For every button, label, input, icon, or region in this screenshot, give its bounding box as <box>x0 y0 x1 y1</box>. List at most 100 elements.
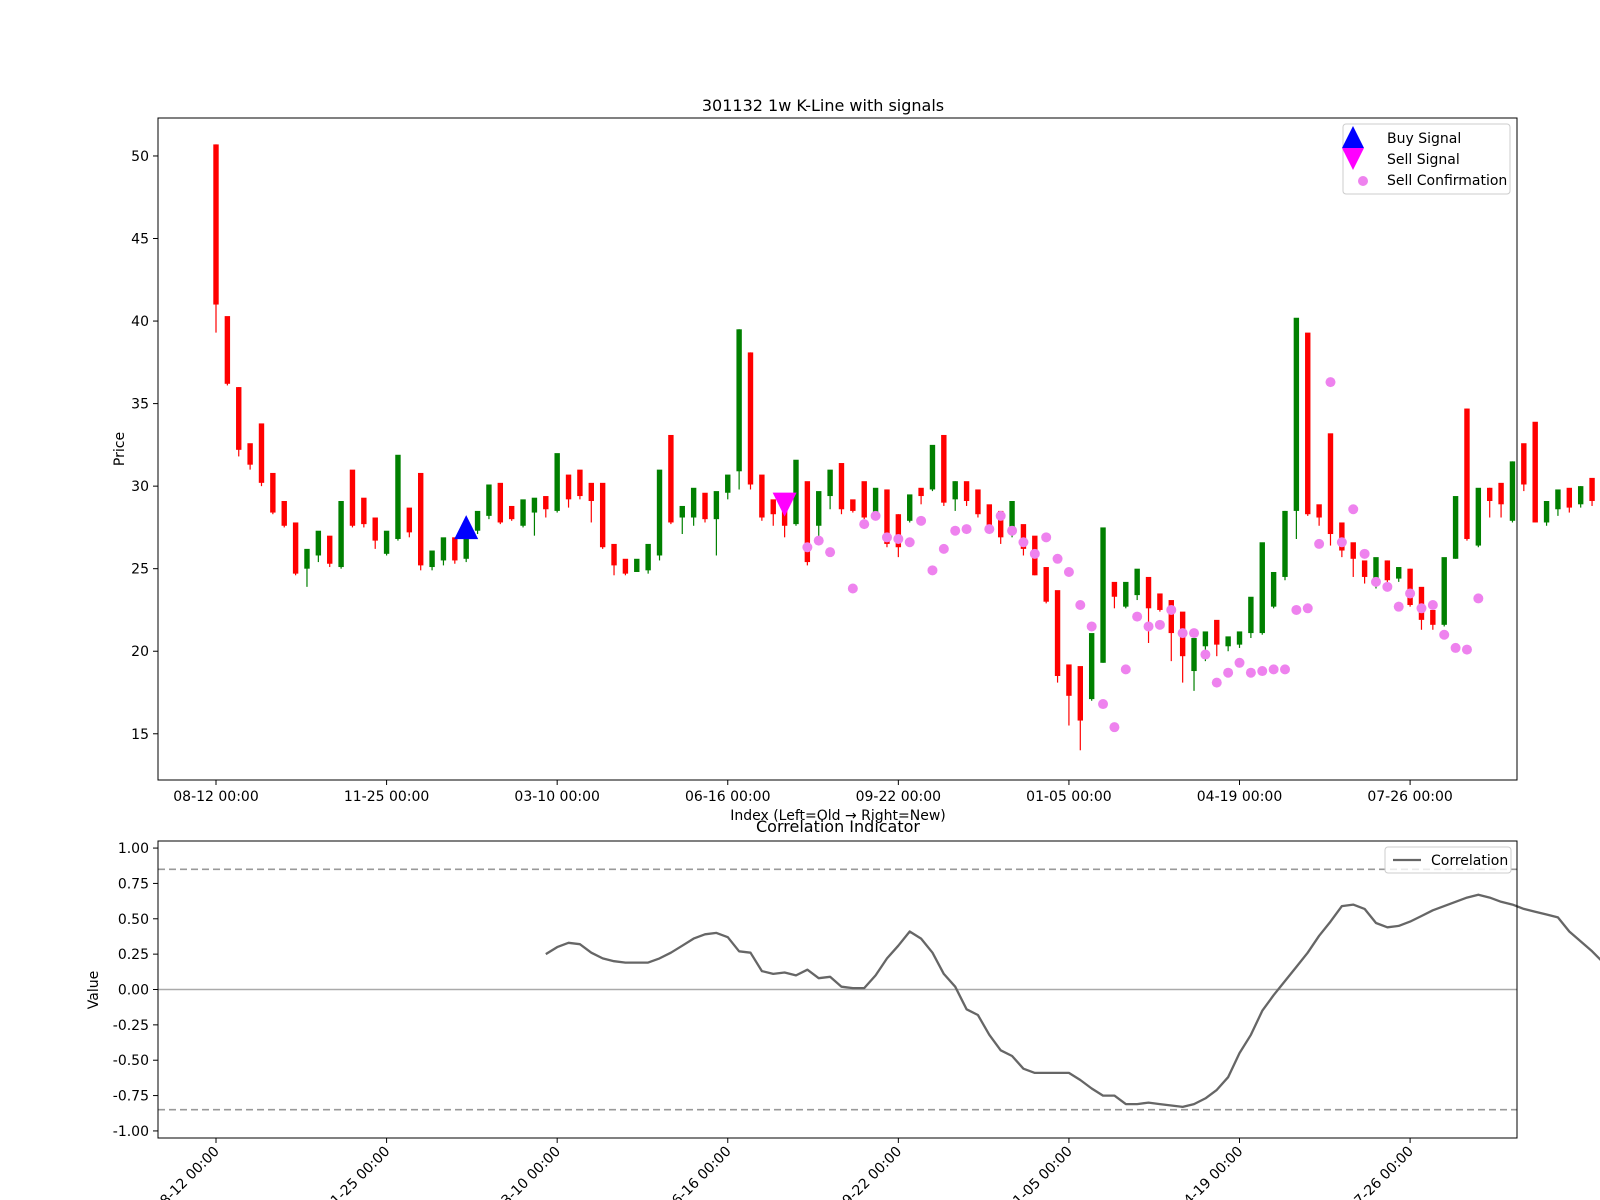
sell-confirmation-point <box>1063 566 1074 577</box>
sell-confirmation-point <box>1018 537 1029 548</box>
sell-confirmation-point <box>1416 603 1427 614</box>
candle-body <box>338 501 344 568</box>
candle <box>679 505 685 535</box>
y-tick-label: 25 <box>131 562 149 578</box>
candle-body <box>1475 487 1482 546</box>
x-tick-label: 07-26 00:00 <box>1367 789 1452 805</box>
candle <box>224 316 231 386</box>
candle <box>804 481 811 566</box>
candle-body <box>1327 433 1334 535</box>
candle <box>315 530 322 563</box>
candle <box>816 491 822 539</box>
buy-signal-marker <box>454 515 479 540</box>
y-tick-label: 35 <box>131 397 149 413</box>
candle <box>531 497 538 536</box>
sell-confirmation-point <box>927 565 938 576</box>
correlation-title: Correlation Indicator <box>756 817 920 836</box>
candle <box>588 482 594 523</box>
candle <box>1191 638 1197 691</box>
candle-body <box>679 505 685 518</box>
candle <box>429 550 435 571</box>
candle-body <box>668 434 674 523</box>
sell-confirmation-point <box>961 524 972 535</box>
candle <box>508 505 515 521</box>
candle <box>941 434 947 506</box>
candle <box>827 469 833 510</box>
y-tick-label: 1.00 <box>118 841 149 857</box>
candle-body <box>1259 542 1265 634</box>
x-tick-label: 03-10 00:00 <box>492 1144 564 1200</box>
candle-body <box>1100 527 1106 663</box>
candle-body <box>520 499 526 526</box>
correlation-x-axis: 08-12 00:00 11-25 00:00 03-10 00:00 06-16 0… <box>151 1138 1417 1200</box>
candle <box>1589 477 1595 506</box>
candle <box>292 522 299 576</box>
candle <box>713 491 720 556</box>
correlation-panel: Correlation Indicator -1.00 -0.75 -0.50 -0.… <box>86 817 1600 1200</box>
candle <box>611 543 617 576</box>
candle-body <box>1054 590 1061 676</box>
sell-confirmation-point <box>1427 600 1438 611</box>
candle-body <box>1305 332 1311 515</box>
candle-body <box>1066 664 1072 696</box>
candle-body <box>1555 489 1561 510</box>
candle <box>486 484 492 520</box>
x-tick-label: 01-05 00:00 <box>1004 1144 1076 1200</box>
candle <box>1566 487 1573 513</box>
candle-body <box>304 548 310 569</box>
y-tick-label: 40 <box>131 314 149 330</box>
y-tick-label: 20 <box>131 644 149 660</box>
candle <box>565 474 572 508</box>
sell-confirmation-point <box>938 543 949 554</box>
y-tick-label: -0.50 <box>113 1053 149 1069</box>
candle <box>281 501 287 528</box>
candle-body <box>554 453 560 511</box>
legend-label-buy: Buy Signal <box>1387 131 1461 147</box>
candle <box>702 492 708 523</box>
candle-body <box>975 489 981 515</box>
sell-signal-marker <box>772 492 797 517</box>
sell-confirmation-point <box>825 547 836 558</box>
candle-body <box>213 144 219 305</box>
candle-body <box>1043 567 1049 602</box>
sell-confirmation-point <box>916 515 927 526</box>
candle-body <box>622 558 629 574</box>
sell-confirmation-point <box>1257 666 1268 677</box>
candle-body <box>395 454 401 539</box>
candle-body <box>793 459 799 525</box>
candle-body <box>1441 557 1447 625</box>
sell-confirmation-point <box>870 510 881 521</box>
candle <box>1236 631 1243 648</box>
candle <box>861 481 867 520</box>
kline-axes-frame <box>157 117 1518 781</box>
candle-body <box>872 487 879 513</box>
sell-confirmation-point <box>1120 664 1131 675</box>
candle-body <box>383 530 390 554</box>
candle <box>747 352 754 490</box>
candle-body <box>406 507 413 533</box>
candle-body <box>372 517 378 541</box>
candle-body <box>1202 631 1209 647</box>
candle <box>1327 433 1334 546</box>
candle-body <box>725 474 731 493</box>
figure: 301132 1w K-Line with signals 15 20 25 30 35… <box>86 96 1600 1200</box>
candle-body <box>599 482 606 548</box>
candle <box>1100 527 1106 663</box>
candle-body <box>747 352 754 485</box>
candle-body <box>531 497 538 513</box>
candle-body <box>452 537 458 561</box>
correlation-y-axis: -1.00 -0.75 -0.50 -0.25 0.00 0.25 0.50 0.75 1.00 <box>113 841 158 1140</box>
candle-body <box>1487 487 1493 502</box>
sell-confirmation-point <box>1086 621 1097 632</box>
candle <box>1577 486 1584 508</box>
candle-body <box>440 537 447 561</box>
candle-body <box>770 499 776 515</box>
candle-body <box>349 469 356 526</box>
candle-body <box>1452 496 1459 559</box>
kline-title: 301132 1w K-Line with signals <box>702 96 944 115</box>
candle <box>372 517 378 549</box>
candle-body <box>292 522 299 574</box>
y-tick-label: 45 <box>131 232 149 248</box>
candle-body <box>497 482 504 523</box>
candle-body <box>1111 581 1118 597</box>
